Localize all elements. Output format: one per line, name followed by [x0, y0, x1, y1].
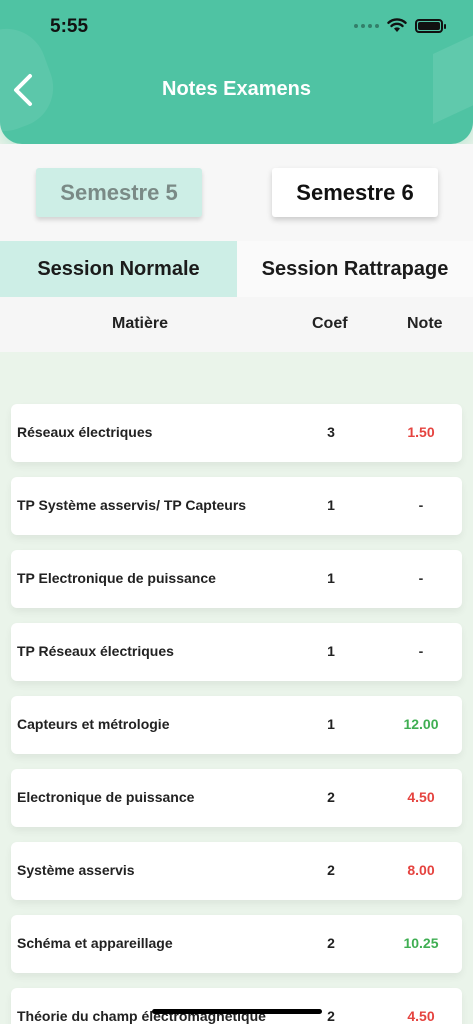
column-subject: Matière — [112, 315, 169, 332]
tab-session-rattrapage[interactable]: Session Rattrapage — [237, 241, 473, 297]
grade-row[interactable]: TP Réseaux électriques 1 - — [11, 623, 462, 681]
row-note: 8.00 — [407, 862, 435, 878]
row-subject: TP Réseaux électriques — [17, 643, 174, 659]
wifi-icon — [387, 18, 407, 32]
grade-row[interactable]: Electronique de puissance 2 4.50 — [11, 769, 462, 827]
row-subject: Schéma et appareillage — [17, 935, 173, 951]
row-subject: TP Système asservis/ TP Capteurs — [17, 497, 247, 513]
semester-selector: Semestre 5 Semestre 6 — [0, 144, 473, 241]
grade-row[interactable]: TP Système asservis/ TP Capteurs 1 - — [11, 477, 462, 535]
row-note: - — [418, 643, 424, 659]
row-coef: 2 — [327, 862, 335, 878]
status-time: 5:55 — [50, 16, 89, 37]
row-note: - — [418, 570, 424, 586]
grade-row[interactable]: Système asservis 2 8.00 — [11, 842, 462, 900]
tab-session-normale[interactable]: Session Normale — [0, 241, 237, 297]
row-subject: Réseaux électriques — [17, 424, 153, 440]
row-subject: Electronique de puissance — [17, 789, 195, 805]
row-subject: TP Electronique de puissance — [17, 570, 216, 586]
row-coef: 1 — [327, 716, 335, 732]
table-header: Matière Coef Note — [0, 297, 473, 352]
grade-row[interactable]: TP Electronique de puissance 1 - — [11, 550, 462, 608]
semester-5-button[interactable]: Semestre 5 — [36, 168, 202, 217]
grade-row[interactable]: Schéma et appareillage 2 10.25 — [11, 915, 462, 973]
grade-row[interactable]: Réseaux électriques 3 1.50 — [11, 404, 462, 462]
column-note: Note — [407, 315, 443, 332]
grade-row[interactable]: Théorie du champ électromagnétique 2 4.5… — [11, 988, 462, 1024]
row-subject: Capteurs et métrologie — [17, 716, 170, 732]
row-coef: 2 — [327, 789, 335, 805]
row-subject: Système asservis — [17, 862, 135, 878]
status-icons — [354, 18, 446, 33]
battery-icon — [415, 18, 446, 33]
status-bar: 5:55 — [0, 0, 473, 52]
column-coef: Coef — [312, 315, 348, 332]
session-tabs: Session Normale Session Rattrapage — [0, 241, 473, 297]
semester-6-button[interactable]: Semestre 6 — [272, 168, 438, 217]
row-note: 10.25 — [403, 935, 439, 951]
row-note: 4.50 — [407, 789, 435, 805]
home-indicator[interactable] — [152, 1009, 322, 1014]
row-note: - — [418, 497, 424, 513]
row-note: 1.50 — [407, 424, 435, 440]
row-note: 4.50 — [407, 1008, 435, 1024]
signal-icon — [354, 23, 379, 28]
row-coef: 2 — [327, 935, 335, 951]
row-coef: 1 — [327, 570, 335, 586]
row-coef: 1 — [327, 497, 335, 513]
page-title: Notes Examens — [162, 78, 311, 100]
row-coef: 3 — [327, 424, 335, 440]
row-coef: 1 — [327, 643, 335, 659]
row-note: 12.00 — [403, 716, 439, 732]
grade-row[interactable]: Capteurs et métrologie 1 12.00 — [11, 696, 462, 754]
